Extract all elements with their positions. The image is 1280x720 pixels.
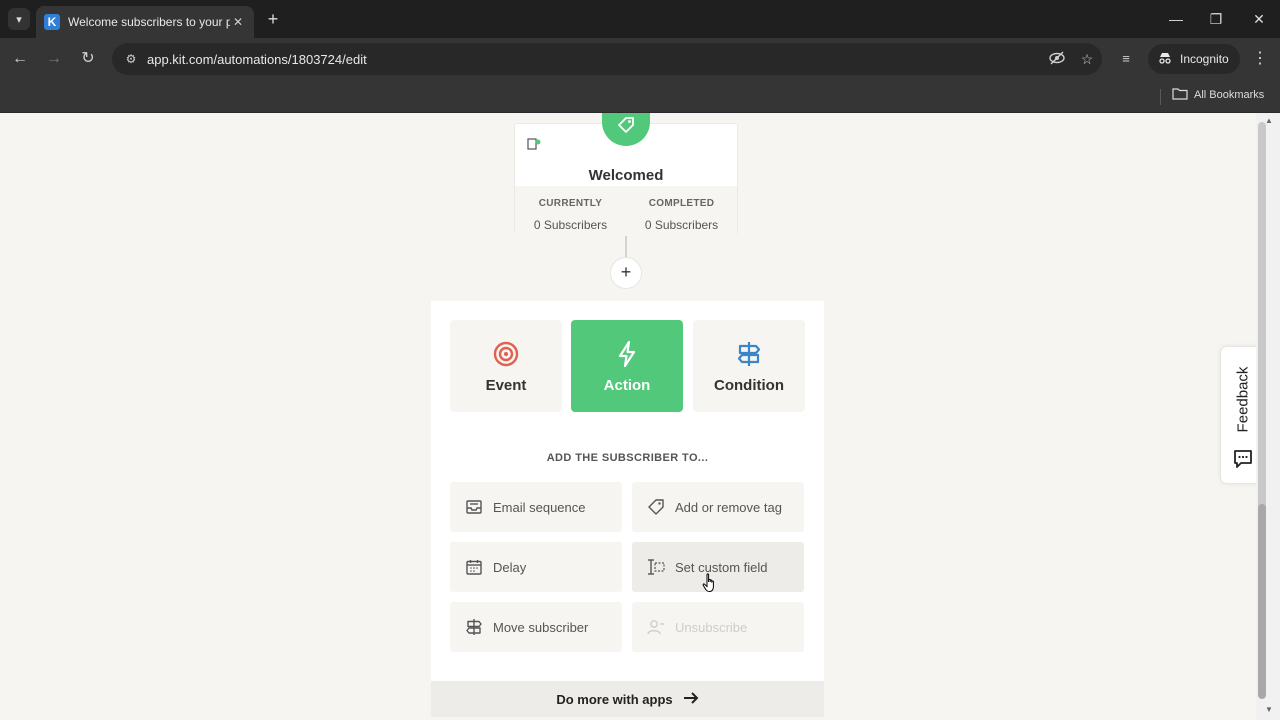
folder-icon: [1172, 87, 1188, 103]
option-label: Set custom field: [675, 559, 768, 575]
text-cursor-icon: [646, 557, 666, 577]
stat-currently-label: CURRENTLY: [538, 198, 603, 209]
chat-icon: [1233, 449, 1253, 474]
media-control-icon[interactable]: ≡: [1115, 48, 1137, 70]
browser-menu-button[interactable]: ⋮: [1250, 48, 1270, 70]
url-text[interactable]: app.kit.com/automations/1803724/edit: [147, 52, 1042, 67]
tab-search-button[interactable]: ▾: [8, 8, 30, 30]
type-action-label: Action: [603, 376, 651, 394]
minimize-button[interactable]: —: [1164, 8, 1188, 30]
tab-title: Welcome subscribers to your p: [68, 15, 230, 29]
type-event-label: Event: [485, 376, 527, 394]
incognito-icon: [1158, 52, 1172, 67]
tag-icon: [646, 497, 666, 517]
back-button[interactable]: ←: [9, 48, 31, 70]
feedback-text-wrap: Feedback: [1224, 359, 1256, 439]
browser-tab[interactable]: K Welcome subscribers to your p ✕: [36, 6, 254, 38]
do-more-with-apps-button[interactable]: Do more with apps: [431, 681, 824, 717]
option-label: Email sequence: [493, 499, 586, 515]
feedback-label: Feedback: [1234, 366, 1252, 432]
option-label: Add or remove tag: [675, 499, 782, 515]
bookmarks-bar: All Bookmarks: [0, 80, 1280, 113]
reload-button[interactable]: ↻: [77, 48, 99, 70]
browser-toolbar: ← → ↻ ⚙ app.kit.com/automations/1803724/…: [0, 38, 1280, 80]
scroll-up-icon[interactable]: ▲: [1265, 116, 1273, 125]
new-tab-button[interactable]: +: [263, 9, 283, 29]
apps-label: Do more with apps: [556, 691, 673, 707]
close-tab-icon[interactable]: ✕: [230, 15, 246, 29]
tracking-protection-icon[interactable]: [1042, 50, 1072, 69]
type-condition-label: Condition: [714, 376, 784, 394]
signpost-icon: [464, 617, 484, 637]
option-move-subscriber[interactable]: Move subscriber: [450, 602, 622, 652]
section-title: ADD THE SUBSCRIBER TO...: [546, 452, 709, 464]
all-bookmarks-label: All Bookmarks: [1194, 89, 1265, 101]
option-set-custom-field[interactable]: Set custom field: [632, 542, 804, 592]
type-event-button[interactable]: Event: [450, 320, 562, 412]
stat-completed-label: COMPLETED: [648, 198, 715, 209]
arrow-right-icon: [683, 691, 699, 708]
lightning-icon: [617, 339, 637, 369]
type-action-button[interactable]: Action: [571, 320, 683, 412]
address-bar[interactable]: ⚙ app.kit.com/automations/1803724/edit ☆: [112, 43, 1102, 75]
step-title: Welcomed: [588, 167, 664, 184]
tag-added-icon: [527, 137, 541, 156]
all-bookmarks-button[interactable]: All Bookmarks: [1172, 87, 1264, 103]
restore-button[interactable]: ❐: [1204, 8, 1228, 30]
option-label: Unsubscribe: [675, 619, 748, 635]
user-remove-icon: [646, 617, 666, 637]
target-icon: [493, 339, 519, 369]
scroll-down-icon[interactable]: ▼: [1265, 705, 1273, 714]
option-add-remove-tag[interactable]: Add or remove tag: [632, 482, 804, 532]
incognito-label: Incognito: [1180, 52, 1229, 66]
kit-favicon-icon: K: [44, 14, 60, 30]
feedback-tab[interactable]: Feedback: [1221, 347, 1256, 483]
option-label: Delay: [493, 559, 527, 575]
stat-currently-value: 0 Subscribers: [533, 218, 608, 232]
stat-completed: COMPLETED 0 Subscribers: [626, 186, 737, 235]
option-email-sequence[interactable]: Email sequence: [450, 482, 622, 532]
scrollbar-thumb[interactable]: [1258, 504, 1266, 699]
option-delay[interactable]: Delay: [450, 542, 622, 592]
hand-cursor-icon: [702, 573, 718, 593]
automation-canvas[interactable]: Welcomed CURRENTLY 0 Subscribers COMPLET…: [0, 113, 1256, 720]
step-connector-line: [625, 236, 627, 259]
browser-tab-bar: ▾ K Welcome subscribers to your p ✕ + — …: [0, 0, 1280, 38]
step-stats: CURRENTLY 0 Subscribers COMPLETED 0 Subs…: [515, 186, 737, 235]
bookmark-star-icon[interactable]: ☆: [1072, 51, 1102, 68]
site-info-icon[interactable]: ⚙: [120, 52, 142, 66]
bookmarks-divider: [1160, 89, 1161, 105]
add-step-button[interactable]: +: [610, 257, 642, 289]
stat-completed-value: 0 Subscribers: [644, 218, 719, 232]
option-label: Move subscriber: [493, 619, 589, 635]
close-window-button[interactable]: ✕: [1247, 8, 1271, 30]
inbox-icon: [464, 497, 484, 517]
option-unsubscribe: Unsubscribe: [632, 602, 804, 652]
forward-button[interactable]: →: [43, 48, 65, 70]
signpost-icon: [737, 339, 761, 369]
calendar-icon: [464, 557, 484, 577]
type-condition-button[interactable]: Condition: [693, 320, 805, 412]
incognito-badge[interactable]: Incognito: [1148, 44, 1240, 74]
stat-currently: CURRENTLY 0 Subscribers: [515, 186, 626, 235]
